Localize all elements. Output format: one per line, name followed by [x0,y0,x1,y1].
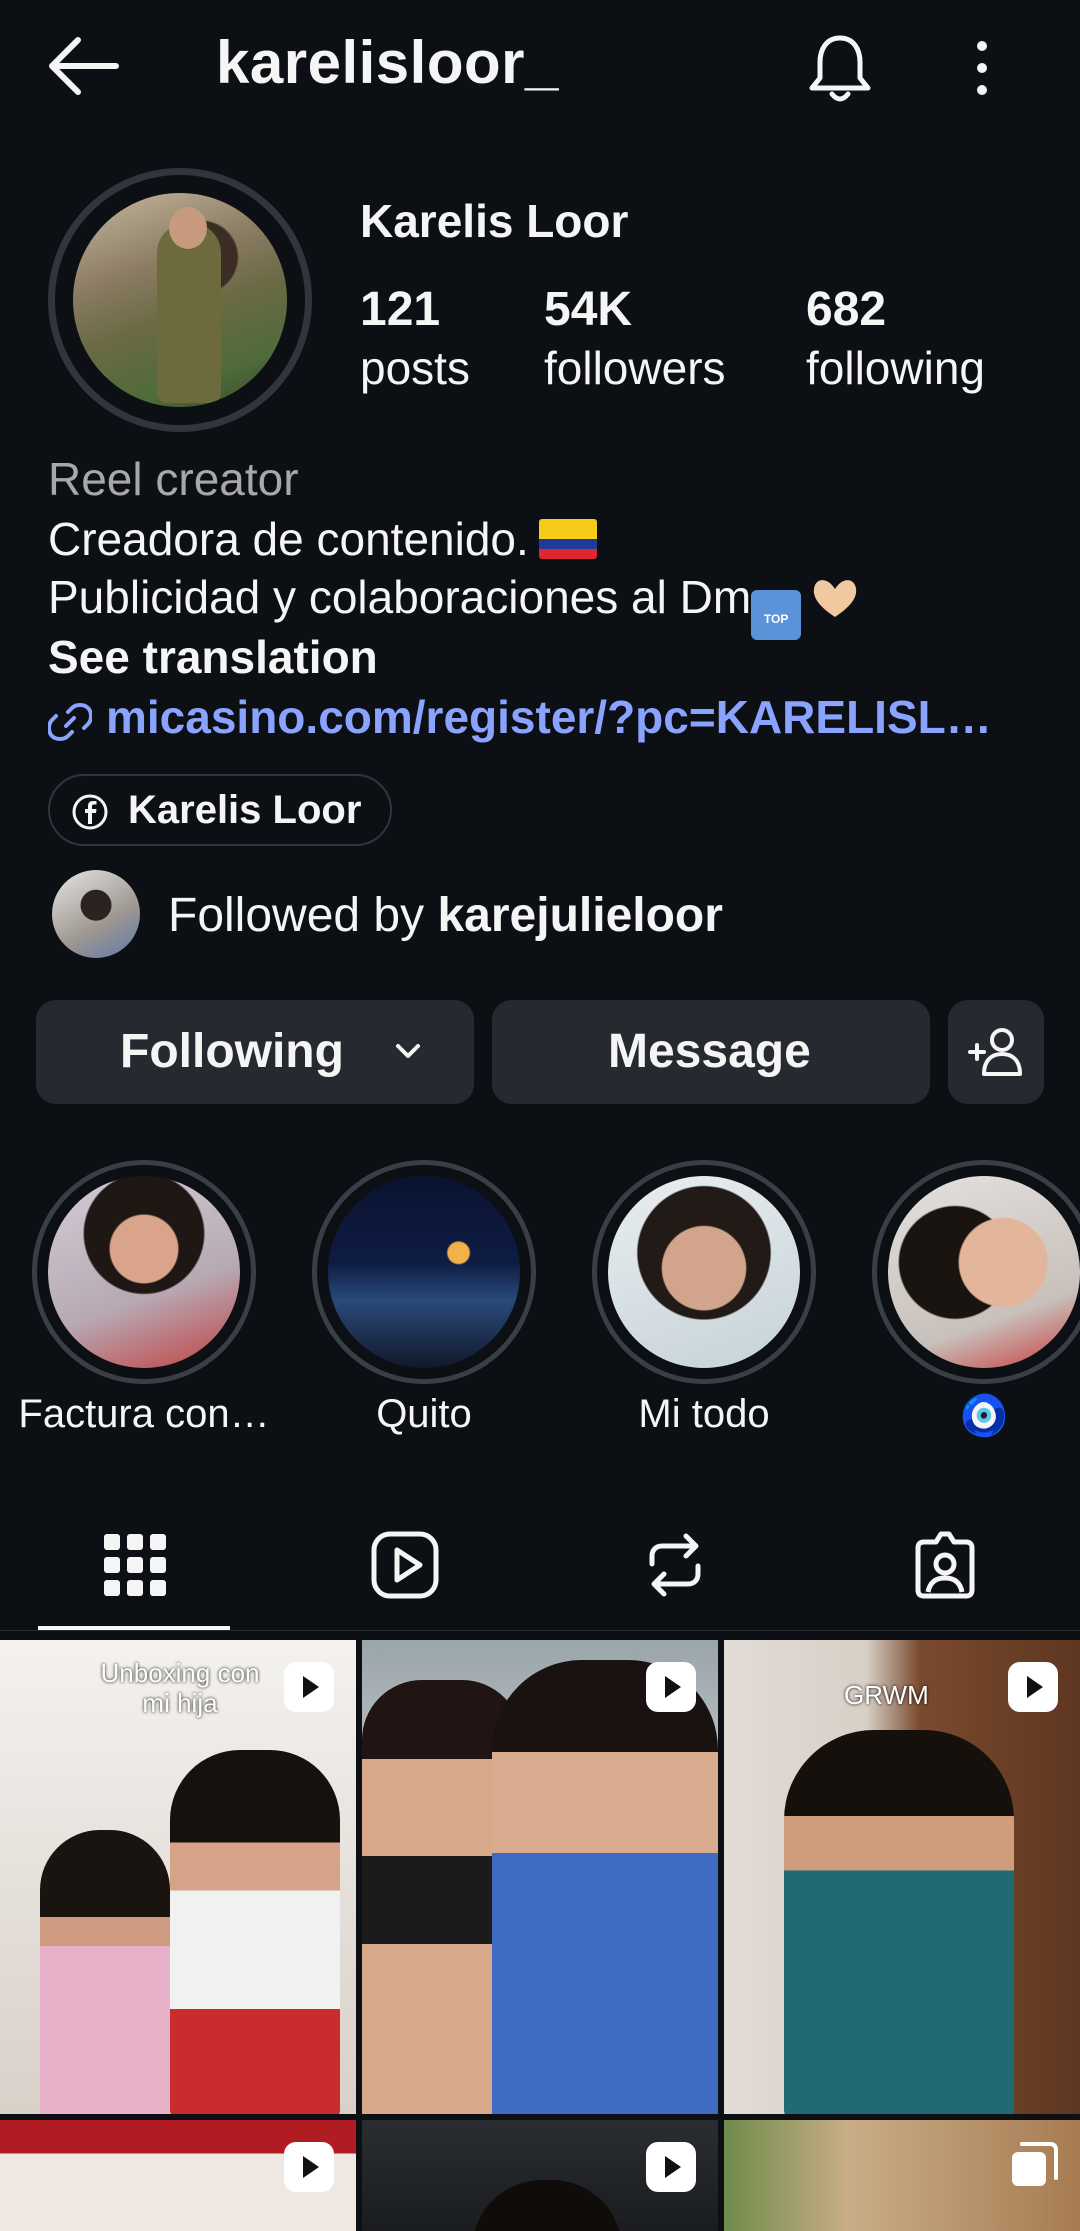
mutual-follower-avatar[interactable] [52,870,140,958]
followed-by-text[interactable]: Followed by karejulieloor [168,888,723,943]
chevron-down-icon [396,1044,420,1058]
post-thumbnail[interactable] [362,1640,718,2114]
tab-grid[interactable] [0,1518,270,1638]
profile-avatar[interactable] [48,168,312,432]
grid-icon [104,1534,166,1596]
highlight-cover [608,1176,800,1368]
display-name: Karelis Loor [360,195,629,247]
bio-text: Publicidad y colaboraciones al Dm [48,571,752,623]
followed-by-username: karejulieloor [437,889,723,942]
message-label: Message [608,1025,811,1078]
tagged-icon [915,1531,975,1599]
highlight-label: 🧿 [959,1394,1009,1438]
see-translation-link[interactable]: See translation [48,630,378,684]
followers-count[interactable]: 54K followers [544,282,726,398]
facebook-name: Karelis Loor [128,788,362,832]
profile-page: karelisloor_ Karelis Loor 121 posts 54K … [0,0,1080,2231]
tab-divider [0,1630,1080,1631]
followed-by-prefix: Followed by [168,889,438,942]
facebook-profile-chip[interactable]: Karelis Loor [48,774,392,846]
add-person-icon [968,1028,1022,1076]
link-text: micasino.com/register/?pc=KARELISL… [106,691,992,743]
link-icon [48,703,92,741]
post-thumbnail[interactable] [362,2120,718,2231]
highlight-label: Factura con… [18,1392,270,1436]
stat-value: 54K [544,283,633,336]
reel-icon [646,1662,696,1712]
following-button[interactable]: Following [36,1000,474,1104]
stat-value: 682 [806,283,887,336]
more-options-icon[interactable] [964,36,1000,100]
profile-photo [73,193,287,407]
reel-icon [284,2142,334,2192]
tab-reposts[interactable] [540,1518,810,1638]
reel-icon [646,2142,696,2192]
carousel-icon [1012,2142,1058,2186]
post-thumbnail[interactable] [0,2120,356,2231]
stat-label: followers [544,342,726,394]
highlight-label: Quito [376,1392,472,1436]
reposts-icon [649,1533,701,1597]
post-thumbnail[interactable]: Unboxing con mi hija [0,1640,356,2114]
facebook-icon [72,794,108,830]
highlight-cover [328,1176,520,1368]
suggested-people-button[interactable] [948,1000,1044,1104]
highlight-cover [48,1176,240,1368]
posts-count[interactable]: 121 posts [360,282,470,398]
reel-icon [284,1662,334,1712]
bio-text: Creadora de contenido. [48,513,529,565]
stat-value: 121 [360,283,441,336]
top-arrow-icon: TOP [751,590,802,640]
post-thumbnail[interactable] [724,2120,1080,2231]
username-title: karelisloor_ [216,29,559,96]
stat-label: posts [360,342,470,394]
reels-icon [371,1531,439,1599]
highlight-label: Mi todo [638,1392,770,1436]
post-thumbnail[interactable]: GRWM [724,1640,1080,2114]
stat-label: following [806,342,985,394]
post-caption: GRWM [844,1680,929,1710]
post-caption: Unboxing con mi hija [100,1658,260,1718]
tab-tagged[interactable] [810,1518,1080,1638]
bio-line-1: Creadora de contenido. [48,512,597,566]
reel-icon [1008,1662,1058,1712]
heart-hands-icon [807,573,863,621]
tab-reels[interactable] [270,1518,540,1638]
top-bar: karelisloor_ [0,0,1080,136]
back-arrow-icon[interactable] [44,34,120,98]
category-label: Reel creator [48,453,299,505]
highlight-cover [888,1176,1080,1368]
following-label: Following [120,1025,344,1078]
following-count[interactable]: 682 following [806,282,985,398]
bell-icon[interactable] [800,28,880,108]
message-button[interactable]: Message [492,1000,930,1104]
ecuador-flag-icon [538,519,597,559]
